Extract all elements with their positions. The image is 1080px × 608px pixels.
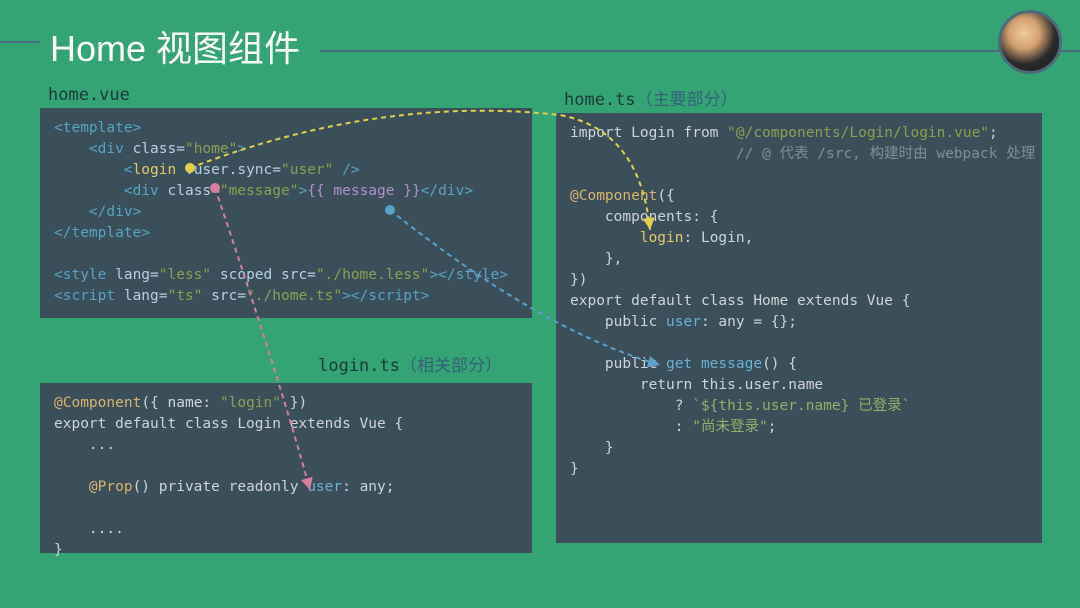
panel-home-vue: home.vue <template> <div class="home"> <… xyxy=(40,82,532,318)
filename-home-vue: home.vue xyxy=(40,82,532,108)
avatar xyxy=(998,10,1062,74)
code-home-ts: import Login from "@/components/Login/lo… xyxy=(556,113,1042,543)
code-home-vue: <template> <div class="home"> <login :us… xyxy=(40,108,532,318)
code-login-ts: @Component({ name: "login" }) export def… xyxy=(40,383,532,553)
left-column: home.vue <template> <div class="home"> <… xyxy=(40,82,532,553)
content: home.vue <template> <div class="home"> <… xyxy=(0,82,1080,102)
slide-header: Home 视图组件 xyxy=(0,0,1080,82)
filename-home-ts: home.ts（主要部分） xyxy=(556,82,1042,113)
panel-home-ts: home.ts（主要部分） import Login from "@/compo… xyxy=(556,82,1042,543)
header-line-left xyxy=(0,41,40,43)
header-line xyxy=(320,50,1080,52)
filename-login-ts: login.ts（相关部分） xyxy=(40,348,532,379)
slide-title: Home 视图组件 xyxy=(50,20,300,72)
panel-login-ts: @Component({ name: "login" }) export def… xyxy=(40,383,532,553)
right-column: home.ts（主要部分） import Login from "@/compo… xyxy=(556,82,1042,543)
